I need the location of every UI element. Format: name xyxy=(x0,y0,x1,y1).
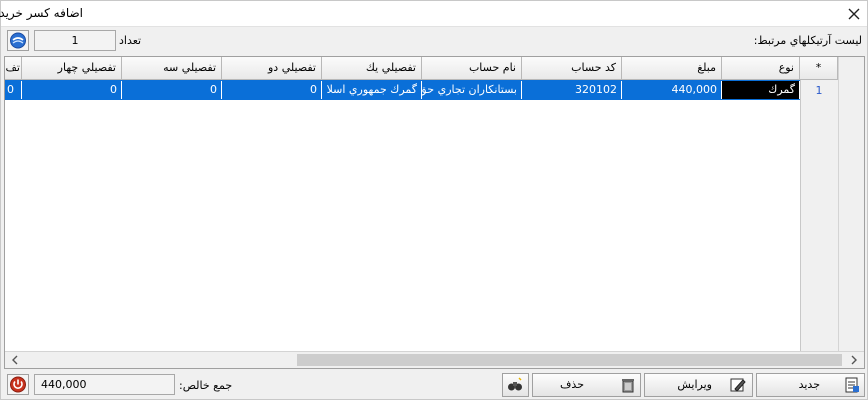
new-button[interactable]: جديد xyxy=(756,373,865,397)
row-indicator-column xyxy=(800,80,838,352)
column-header-account-code[interactable]: كد حساب xyxy=(522,57,622,80)
window-title: اضافه كسر خريد xyxy=(0,6,83,20)
scroll-right-icon[interactable] xyxy=(848,354,860,366)
cell-detail-four[interactable]: 0 xyxy=(22,81,122,99)
net-total-field: 440,000 xyxy=(34,374,175,395)
grid-corner-header: * xyxy=(800,57,838,80)
row-number: 1 xyxy=(815,84,823,97)
articles-grid[interactable]: * نوع مبلغ كد حساب نام حساب تفصيلي يك تف… xyxy=(4,56,865,369)
count-label: تعداد xyxy=(119,34,142,47)
cell-amount[interactable]: 440,000 xyxy=(622,81,722,99)
globe-icon xyxy=(10,32,26,49)
new-document-icon xyxy=(845,377,859,393)
cell-detail-three[interactable]: 0 xyxy=(122,81,222,99)
scroll-left-icon[interactable] xyxy=(9,354,21,366)
column-header-detail-four[interactable]: تفصيلي چهار xyxy=(22,57,122,80)
horizontal-scrollbar[interactable] xyxy=(5,351,864,368)
close-icon[interactable] xyxy=(845,5,863,23)
vertical-scroll-area xyxy=(838,57,864,352)
cell-detail-five[interactable]: 0 xyxy=(5,81,22,99)
edit-button[interactable]: ويرايش xyxy=(644,373,753,397)
exit-button[interactable] xyxy=(7,374,29,395)
column-header-detail-two[interactable]: تفصيلي دو xyxy=(222,57,322,80)
power-icon xyxy=(10,376,26,393)
cell-detail-one[interactable]: گمرك جمهوري اسلا xyxy=(322,81,422,99)
column-header-type[interactable]: نوع xyxy=(722,57,800,80)
search-button[interactable] xyxy=(502,373,529,397)
column-header-amount[interactable]: مبلغ xyxy=(622,57,722,80)
column-header-account-name[interactable]: نام حساب xyxy=(422,57,522,80)
column-header-detail-three[interactable]: تفصيلي سه xyxy=(122,57,222,80)
count-field[interactable]: 1 xyxy=(34,30,116,51)
cell-type[interactable]: گمرك xyxy=(722,81,800,99)
cell-account-code[interactable]: 320102 xyxy=(522,81,622,99)
net-total-label: جمع خالص: xyxy=(179,379,233,392)
cell-detail-two[interactable]: 0 xyxy=(222,81,322,99)
binoculars-icon xyxy=(508,377,522,391)
column-header-detail-five[interactable]: تف xyxy=(5,57,22,80)
delete-button-label: حذف xyxy=(560,378,584,391)
edit-icon xyxy=(730,378,746,392)
trash-icon xyxy=(622,379,634,393)
delete-button[interactable]: حذف xyxy=(532,373,641,397)
cell-account-name[interactable]: بستانكاران تجاري حق xyxy=(422,81,522,99)
dialog-window: اضافه كسر خريد ليست آرتيكلهاي مرتبط: تعد… xyxy=(0,0,868,400)
edit-button-label: ويرايش xyxy=(677,378,712,391)
related-articles-label: ليست آرتيكلهاي مرتبط: xyxy=(753,34,862,47)
title-bar: اضافه كسر خريد xyxy=(0,1,867,27)
new-button-label: جديد xyxy=(798,378,820,391)
scroll-thumb[interactable] xyxy=(297,354,842,366)
refresh-button[interactable] xyxy=(7,30,29,51)
column-header-detail-one[interactable]: تفصيلي يك xyxy=(322,57,422,80)
